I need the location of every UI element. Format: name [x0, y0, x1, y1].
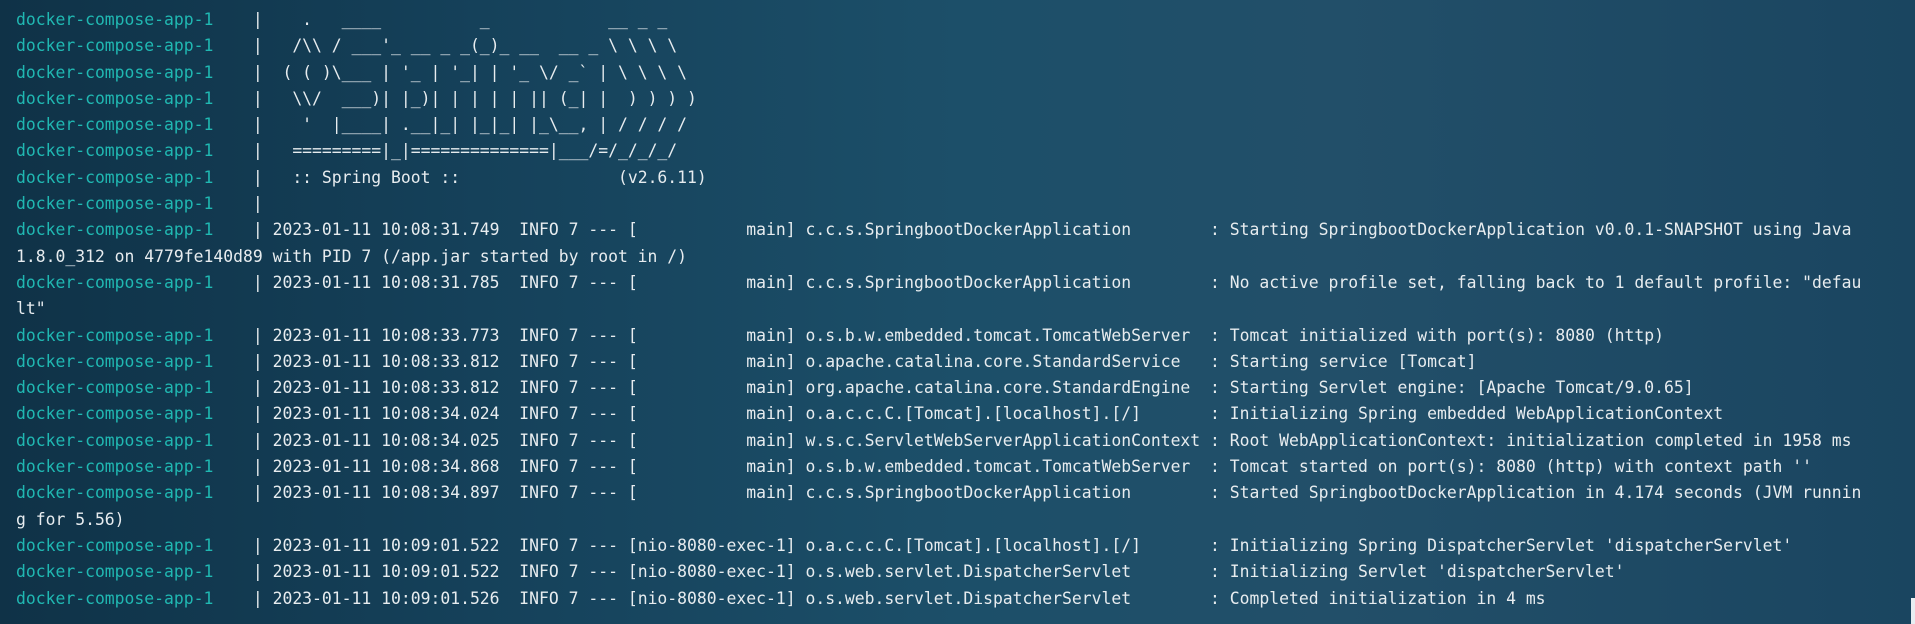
container-name: docker-compose-app-1 — [16, 535, 253, 555]
log-line: docker-compose-app-1 | /\\ / ___'_ __ _ … — [16, 33, 1896, 59]
log-line: docker-compose-app-1 | 2023-01-11 10:09:… — [16, 533, 1896, 559]
container-name: docker-compose-app-1 — [16, 167, 253, 187]
container-name: docker-compose-app-1 — [16, 36, 253, 56]
log-line: docker-compose-app-1 | 2023-01-11 10:08:… — [16, 349, 1896, 375]
container-name: docker-compose-app-1 — [16, 483, 253, 503]
log-message: | 2023-01-11 10:08:34.024 INFO 7 --- [ m… — [252, 404, 1724, 424]
log-message: | 2023-01-11 10:09:01.526 INFO 7 --- [ni… — [252, 588, 1546, 608]
log-line: docker-compose-app-1 | 2023-01-11 10:09:… — [16, 559, 1896, 585]
log-message: | 2023-01-11 10:08:34.025 INFO 7 --- [ m… — [252, 430, 1852, 450]
log-message: lt" — [16, 299, 46, 319]
container-name: docker-compose-app-1 — [16, 378, 253, 398]
container-name: docker-compose-app-1 — [16, 10, 253, 29]
log-line: docker-compose-app-1 | 2023-01-11 10:08:… — [16, 375, 1896, 401]
log-line: docker-compose-app-1 | ' |____| .__|_| |… — [16, 112, 1896, 138]
log-message: | :: Spring Boot :: (v2.6.11) — [252, 167, 707, 187]
log-message: | 2023-01-11 10:09:01.522 INFO 7 --- [ni… — [252, 562, 1625, 582]
log-message: | ' |____| .__|_| |_|_| |_\__, | / / / / — [252, 115, 688, 135]
log-line-continuation: lt" — [16, 296, 1896, 322]
log-message: | 2023-01-11 10:08:33.773 INFO 7 --- [ m… — [252, 325, 1664, 345]
container-name: docker-compose-app-1 — [16, 194, 253, 214]
log-message: | 2023-01-11 10:09:01.522 INFO 7 --- [ni… — [252, 535, 1793, 555]
log-line: docker-compose-app-1 | :: Spring Boot ::… — [16, 165, 1896, 191]
log-line: docker-compose-app-1 | 2023-01-11 10:08:… — [16, 480, 1896, 506]
log-line: docker-compose-app-1 | 2023-01-11 10:08:… — [16, 217, 1896, 243]
container-name: docker-compose-app-1 — [16, 115, 253, 135]
container-name: docker-compose-app-1 — [16, 272, 253, 292]
log-message: | 2023-01-11 10:08:33.812 INFO 7 --- [ m… — [252, 351, 1477, 371]
log-message: | — [252, 194, 263, 214]
container-name: docker-compose-app-1 — [16, 404, 253, 424]
log-line: docker-compose-app-1 | =========|_|=====… — [16, 138, 1896, 164]
container-name: docker-compose-app-1 — [16, 141, 253, 161]
log-line-continuation: 1.8.0_312 on 4779fe140d89 with PID 7 (/a… — [16, 244, 1896, 270]
log-message: | \\/ ___)| |_)| | | | | || (_| | ) ) ) … — [252, 88, 697, 108]
log-message: | 2023-01-11 10:08:31.749 INFO 7 --- [ m… — [252, 220, 1852, 240]
container-name: docker-compose-app-1 — [16, 457, 253, 477]
log-message: | 2023-01-11 10:08:34.897 INFO 7 --- [ m… — [252, 483, 1862, 503]
log-line: docker-compose-app-1 | 2023-01-11 10:08:… — [16, 401, 1896, 427]
container-name: docker-compose-app-1 — [16, 325, 253, 345]
log-line: docker-compose-app-1 | — [16, 191, 1896, 217]
log-message: | 2023-01-11 10:08:34.868 INFO 7 --- [ m… — [252, 457, 1812, 477]
scrollbar-thumb[interactable] — [1911, 598, 1915, 624]
log-line: docker-compose-app-1 | ( ( )\___ | '_ | … — [16, 60, 1896, 86]
log-line: docker-compose-app-1 | 2023-01-11 10:08:… — [16, 428, 1896, 454]
container-name: docker-compose-app-1 — [16, 562, 253, 582]
container-name: docker-compose-app-1 — [16, 351, 253, 371]
terminal-window[interactable]: docker-compose-app-1 | . ____ _ __ _ _ d… — [0, 0, 1915, 624]
log-message: | /\\ / ___'_ __ _ _(_)_ __ __ _ \ \ \ \ — [252, 36, 678, 56]
log-line: docker-compose-app-1 | . ____ _ __ _ _ — [16, 7, 1896, 33]
log-message: | 2023-01-11 10:08:33.812 INFO 7 --- [ m… — [252, 378, 1694, 398]
log-message: | =========|_|==============|___/=/_/_/_… — [252, 141, 678, 161]
log-output: docker-compose-app-1 | . ____ _ __ _ _ d… — [16, 7, 1896, 612]
log-message: | . ____ _ __ _ _ — [252, 10, 668, 29]
container-name: docker-compose-app-1 — [16, 588, 253, 608]
log-line: docker-compose-app-1 | 2023-01-11 10:08:… — [16, 323, 1896, 349]
container-name: docker-compose-app-1 — [16, 220, 253, 240]
log-message: | 2023-01-11 10:08:31.785 INFO 7 --- [ m… — [252, 272, 1862, 292]
container-name: docker-compose-app-1 — [16, 62, 253, 82]
log-line: docker-compose-app-1 | 2023-01-11 10:08:… — [16, 270, 1896, 296]
container-name: docker-compose-app-1 — [16, 430, 253, 450]
container-name: docker-compose-app-1 — [16, 88, 253, 108]
log-message: 1.8.0_312 on 4779fe140d89 with PID 7 (/a… — [16, 246, 688, 266]
log-line: docker-compose-app-1 | 2023-01-11 10:09:… — [16, 586, 1896, 612]
log-line: docker-compose-app-1 | \\/ ___)| |_)| | … — [16, 86, 1896, 112]
log-line: docker-compose-app-1 | 2023-01-11 10:08:… — [16, 454, 1896, 480]
log-line-continuation: g for 5.56) — [16, 507, 1896, 533]
log-message: | ( ( )\___ | '_ | '_| | '_ \/ _` | \ \ … — [252, 62, 688, 82]
log-message: g for 5.56) — [16, 509, 125, 529]
